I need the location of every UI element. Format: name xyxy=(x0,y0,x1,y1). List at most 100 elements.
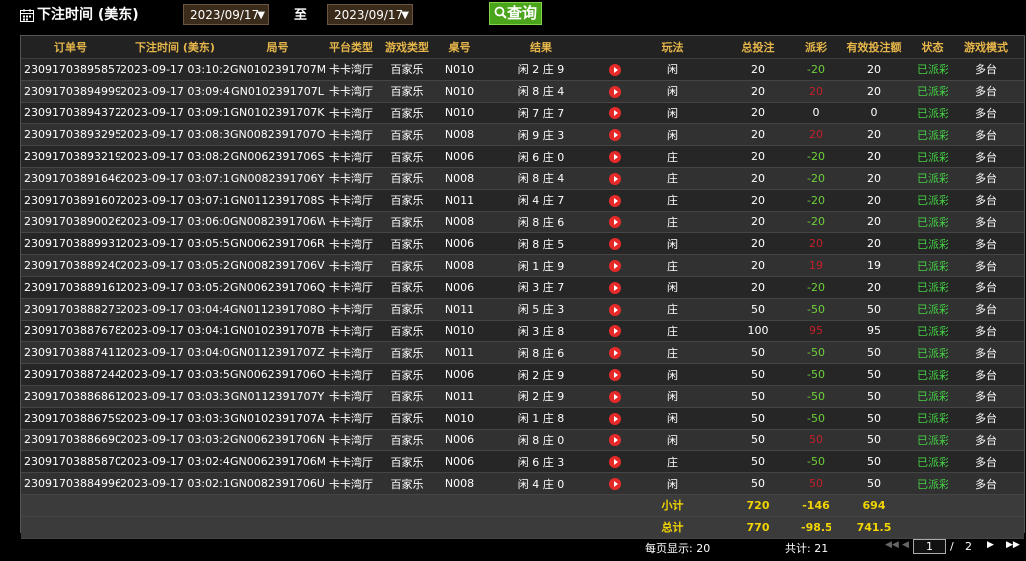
platform-type-cell: 卡卡湾厅 xyxy=(325,123,377,147)
payout-cell: -20 xyxy=(801,211,831,234)
game-type-cell: 百家乐 xyxy=(377,407,437,430)
payout-cell: -50 xyxy=(801,298,831,321)
game-type-cell: 百家乐 xyxy=(377,80,437,103)
payout-cell: -20 xyxy=(801,145,831,168)
play-icon[interactable] xyxy=(609,129,621,142)
game-mode-cell: 多台 xyxy=(948,80,1024,103)
next-page-icon[interactable]: ▶ xyxy=(987,540,994,550)
valid-bet-cell: 50 xyxy=(831,363,917,386)
empty-cell xyxy=(482,516,600,539)
play-icon[interactable] xyxy=(609,238,621,251)
column-header: 游戏类型 xyxy=(377,36,437,59)
valid-bet-cell: 20 xyxy=(831,211,917,234)
bet-time-cell: 2023-09-17 03:06:00 xyxy=(120,211,230,234)
play-icon[interactable] xyxy=(609,216,621,229)
bet-time-cell: 2023-09-17 03:03:31 xyxy=(120,407,230,430)
play-icon[interactable] xyxy=(609,390,621,403)
play-icon[interactable] xyxy=(609,369,621,382)
bet-type-cell: 闲 xyxy=(630,58,715,81)
status-cell: 已派彩 xyxy=(917,429,948,452)
column-header: 状态 xyxy=(917,36,948,59)
column-header: 下注时间 (美东) xyxy=(120,36,230,59)
total-bet-cell: 50 xyxy=(715,472,801,495)
game-type-cell: 百家乐 xyxy=(377,123,437,147)
play-icon[interactable] xyxy=(609,325,621,338)
bet-type-cell: 闲 xyxy=(630,429,715,452)
valid-bet-cell: 20 xyxy=(831,232,917,256)
date-from-select[interactable]: 2023/09/17 ▼ xyxy=(183,4,269,25)
play-icon[interactable] xyxy=(609,260,621,273)
round-id-cell: GN0062391706R xyxy=(230,232,325,256)
query-button[interactable]: 查询 xyxy=(489,2,542,25)
replay-cell xyxy=(600,211,630,234)
bet-records-panel: 订单号 下注时间 (美东) 局号 平台类型 游戏类型 桌号 结果 玩法 总投注 派彩 有效投注额 状态… xyxy=(20,35,1025,539)
play-icon[interactable] xyxy=(609,303,621,316)
replay-cell xyxy=(600,189,630,212)
replay-cell xyxy=(600,145,630,168)
game-type-cell: 百家乐 xyxy=(377,363,437,386)
prev-page-icon[interactable]: ◀ xyxy=(902,540,909,550)
play-icon[interactable] xyxy=(609,107,621,120)
payout-cell: -20 xyxy=(801,276,831,299)
replay-cell xyxy=(600,450,630,474)
payout-cell: 19 xyxy=(801,254,831,277)
play-icon[interactable] xyxy=(609,478,621,491)
play-icon[interactable] xyxy=(609,151,621,164)
status-cell: 已派彩 xyxy=(917,472,948,495)
last-page-icon[interactable]: ▶▶ xyxy=(1006,540,1020,550)
play-icon[interactable] xyxy=(609,434,621,447)
bet-records-table: 订单号 下注时间 (美东) 局号 平台类型 游戏类型 桌号 结果 玩法 总投注 派彩 有效投注额 状态… xyxy=(21,36,1024,539)
play-icon[interactable] xyxy=(609,85,621,98)
first-page-icon[interactable]: ◀◀ xyxy=(885,540,899,550)
replay-cell xyxy=(600,167,630,190)
table-id-cell: N006 xyxy=(437,276,482,299)
total-row: 总计 770 -98.5 741.5 xyxy=(21,516,1024,539)
order-id-cell: 230917038866903 xyxy=(21,429,120,452)
summary-total-bet: 770 xyxy=(715,516,801,539)
round-id-cell: GN0112391708S xyxy=(230,189,325,212)
result-cell: 闲 3 庄 8 xyxy=(482,320,600,343)
table-id-cell: N008 xyxy=(437,167,482,190)
bet-type-cell: 闲 xyxy=(630,80,715,103)
status-cell: 已派彩 xyxy=(917,232,948,256)
table-id-cell: N008 xyxy=(437,254,482,277)
bet-time-cell: 2023-09-17 03:09:18 xyxy=(120,102,230,125)
play-icon[interactable] xyxy=(609,456,621,469)
empty-cell xyxy=(437,516,482,539)
bet-type-cell: 庄 xyxy=(630,298,715,321)
play-icon[interactable] xyxy=(609,412,621,425)
empty-cell xyxy=(600,494,630,517)
page-input[interactable]: 1 xyxy=(913,539,946,554)
empty-cell xyxy=(437,494,482,517)
status-cell: 已派彩 xyxy=(917,407,948,430)
play-icon[interactable] xyxy=(609,281,621,294)
game-mode-cell: 多台 xyxy=(948,123,1024,147)
result-cell: 闲 7 庄 7 xyxy=(482,102,600,125)
result-cell: 闲 2 庄 9 xyxy=(482,363,600,386)
round-id-cell: GN0082391706U xyxy=(230,472,325,495)
payout-cell: 20 xyxy=(801,232,831,256)
total-bet-cell: 20 xyxy=(715,123,801,147)
bet-time-cell: 2023-09-17 03:03:56 xyxy=(120,363,230,386)
valid-bet-cell: 20 xyxy=(831,276,917,299)
play-icon[interactable] xyxy=(609,172,621,185)
column-header: 派彩 xyxy=(801,36,831,59)
order-id-cell: 230917038882733 xyxy=(21,298,120,321)
total-bet-cell: 20 xyxy=(715,167,801,190)
valid-bet-cell: 20 xyxy=(831,123,917,147)
game-type-cell: 百家乐 xyxy=(377,232,437,256)
play-icon[interactable] xyxy=(609,194,621,207)
bet-time-cell: 2023-09-17 03:04:40 xyxy=(120,298,230,321)
date-to-select[interactable]: 2023/09/17 ▼ xyxy=(327,4,413,25)
round-id-cell: GN0082391706V xyxy=(230,254,325,277)
valid-bet-cell: 50 xyxy=(831,450,917,474)
play-icon[interactable] xyxy=(609,347,621,360)
order-id-cell: 230917038949993 xyxy=(21,80,120,103)
page-separator: / xyxy=(950,540,954,553)
table-id-cell: N011 xyxy=(437,298,482,321)
bet-type-cell: 庄 xyxy=(630,450,715,474)
payout-cell: -50 xyxy=(801,385,831,408)
table-id-cell: N008 xyxy=(437,472,482,495)
column-header: 游戏模式 xyxy=(948,36,1024,59)
play-icon[interactable] xyxy=(609,63,621,76)
